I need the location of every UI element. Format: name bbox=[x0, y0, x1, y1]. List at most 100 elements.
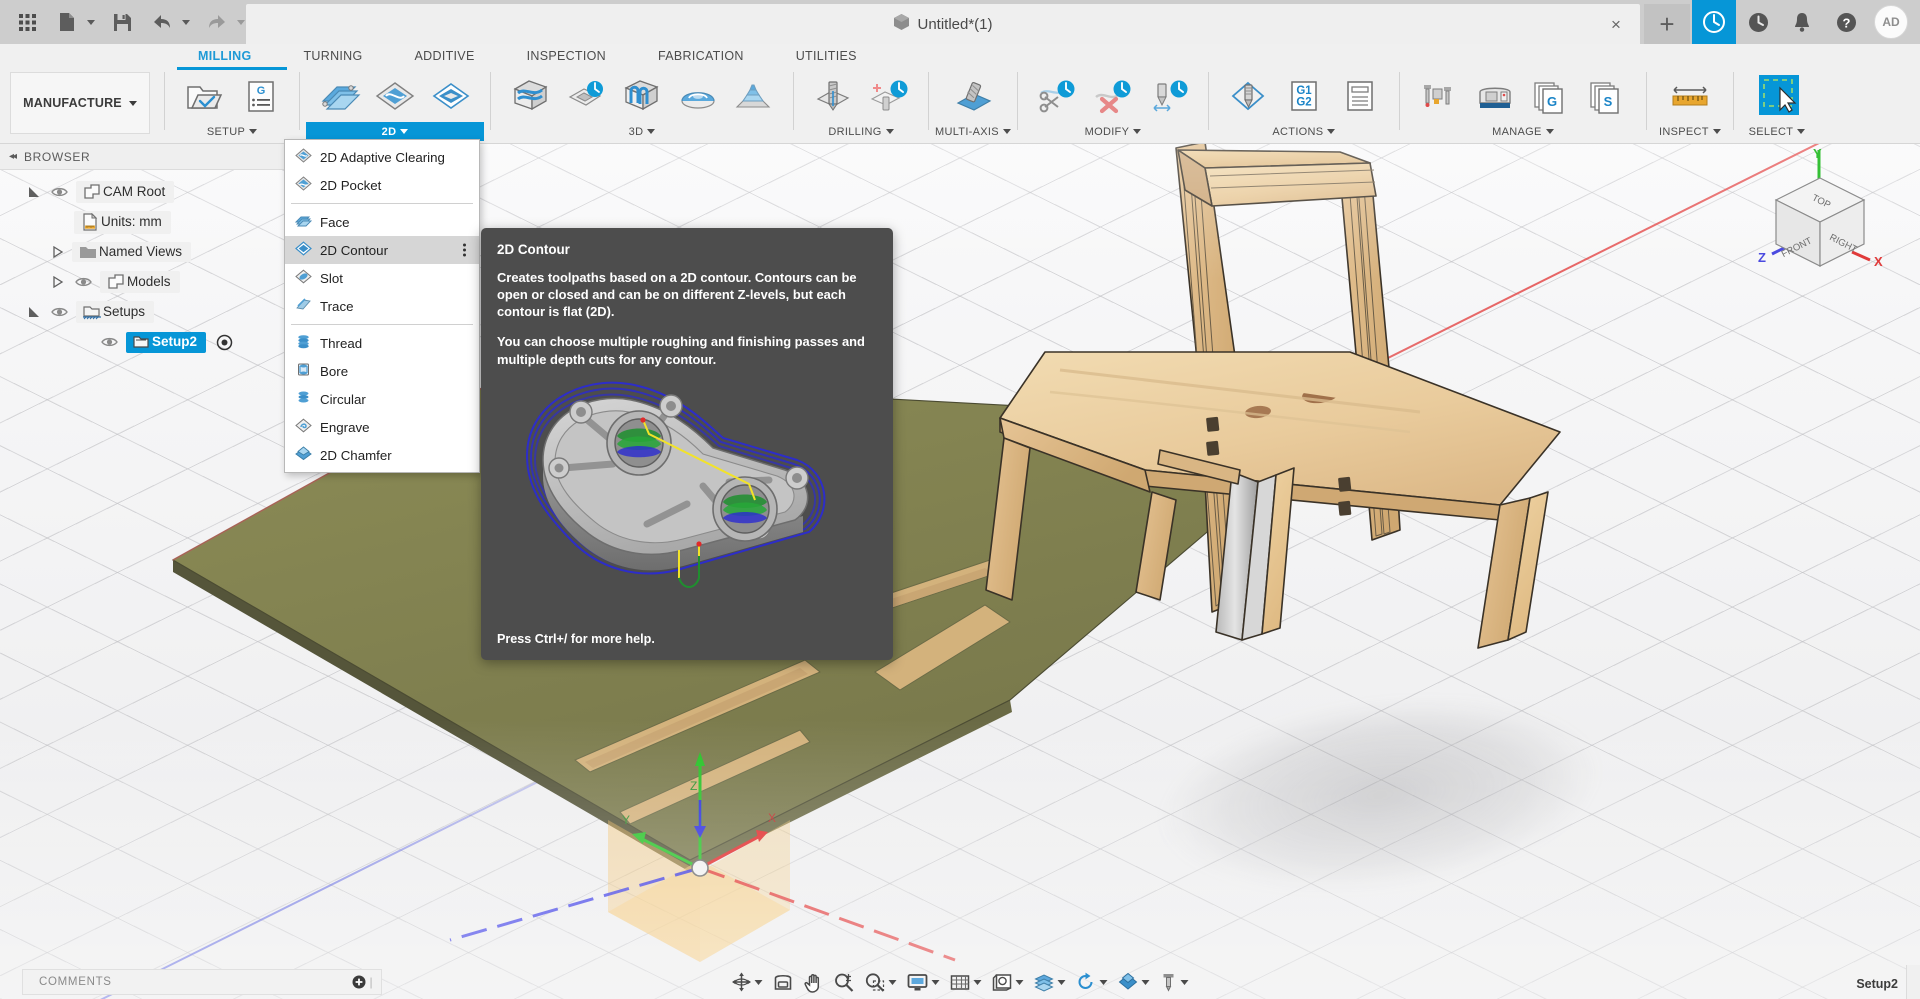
ribbon-group-label-drilling[interactable]: DRILLING bbox=[800, 122, 922, 141]
browser-header[interactable]: ◂◂ BROWSER bbox=[0, 144, 320, 170]
trim-toolpath-icon[interactable] bbox=[1030, 70, 1084, 122]
chevron-down-icon[interactable] bbox=[754, 979, 763, 985]
zoom-icon[interactable] bbox=[829, 968, 860, 996]
tree-item-setups[interactable]: Setups bbox=[0, 297, 320, 327]
toolpath-dropdown-menu[interactable]: 2D Adaptive Clearing 2D Pocket Face 2D C… bbox=[284, 139, 480, 473]
visibility-eye-icon[interactable] bbox=[48, 306, 70, 318]
chevron-down-icon[interactable] bbox=[1180, 979, 1189, 985]
visual-style-icon[interactable] bbox=[1029, 968, 1071, 996]
menu-item-thread[interactable]: Thread bbox=[285, 329, 479, 357]
ribbon-group-label-manage[interactable]: MANAGE bbox=[1406, 122, 1640, 141]
notifications-bell-icon[interactable] bbox=[1780, 0, 1824, 44]
new-hole-recognition-icon[interactable] bbox=[862, 70, 916, 122]
help-icon[interactable]: ? bbox=[1824, 0, 1868, 44]
tab-turning[interactable]: TURNING bbox=[277, 44, 388, 68]
tool-library-icon[interactable] bbox=[1412, 70, 1466, 122]
viewcube[interactable]: Y Z X TOP FRONT RIGHT bbox=[1744, 142, 1894, 282]
tree-item-setup2[interactable]: Setup2 bbox=[0, 327, 320, 357]
grid-snaps-icon[interactable] bbox=[945, 968, 987, 996]
undo-icon[interactable] bbox=[143, 5, 181, 39]
fusion-status-icon[interactable] bbox=[1692, 0, 1736, 44]
align-tool-icon[interactable] bbox=[1142, 70, 1196, 122]
ribbon-group-label-inspect[interactable]: INSPECT bbox=[1653, 122, 1727, 141]
pan-hand-icon[interactable] bbox=[799, 968, 829, 996]
parallel-3d-icon[interactable] bbox=[615, 70, 669, 122]
tree-item-units[interactable]: Units: mm bbox=[0, 207, 320, 237]
redo-icon[interactable] bbox=[198, 5, 236, 39]
tree-item-cam-root[interactable]: CAM Root bbox=[0, 177, 320, 207]
post-process-icon[interactable]: G1 G2 bbox=[1277, 70, 1331, 122]
menu-item-slot[interactable]: Slot bbox=[285, 264, 479, 292]
setup-sheet-icon[interactable] bbox=[1333, 70, 1387, 122]
face-toolpath-icon[interactable] bbox=[312, 70, 366, 122]
menu-item-face[interactable]: Face bbox=[285, 208, 479, 236]
drill-icon[interactable] bbox=[806, 70, 860, 122]
adaptive-clearing-icon[interactable] bbox=[368, 70, 422, 122]
scallop-3d-icon[interactable] bbox=[671, 70, 725, 122]
tab-additive[interactable]: ADDITIVE bbox=[389, 44, 501, 68]
contour-toolpath-icon[interactable] bbox=[424, 70, 478, 122]
visibility-eye-icon[interactable] bbox=[48, 186, 70, 198]
display-settings-icon[interactable] bbox=[902, 968, 945, 996]
new-tab-icon[interactable]: + bbox=[1644, 4, 1690, 44]
job-history-icon[interactable] bbox=[1736, 0, 1780, 44]
new-file-icon[interactable] bbox=[48, 5, 86, 39]
close-document-icon[interactable]: × bbox=[1606, 14, 1626, 34]
select-cursor-icon[interactable] bbox=[1746, 70, 1808, 122]
activate-setup-icon[interactable] bbox=[212, 334, 236, 351]
chevron-down-icon[interactable] bbox=[1057, 979, 1066, 985]
tab-milling[interactable]: MILLING bbox=[172, 44, 277, 68]
menu-item-bore[interactable]: Bore bbox=[285, 357, 479, 385]
refresh-icon[interactable] bbox=[1071, 968, 1113, 996]
chevron-down-icon[interactable] bbox=[1099, 979, 1108, 985]
gcode-setup-icon[interactable]: G bbox=[233, 70, 287, 122]
measure-icon[interactable] bbox=[1659, 70, 1721, 122]
chevron-down-icon[interactable] bbox=[1015, 979, 1024, 985]
workspace-selector[interactable]: MANUFACTURE bbox=[10, 72, 150, 134]
menu-item-2d-adaptive-clearing[interactable]: 2D Adaptive Clearing bbox=[285, 143, 479, 171]
chevron-down-icon[interactable] bbox=[973, 979, 982, 985]
visibility-eye-icon[interactable] bbox=[72, 276, 94, 288]
menu-item-2d-pocket[interactable]: 2D Pocket bbox=[285, 171, 479, 199]
ribbon-group-label-select[interactable]: SELECT bbox=[1740, 122, 1814, 141]
tab-fabrication[interactable]: FABRICATION bbox=[632, 44, 770, 68]
tree-item-models[interactable]: Models bbox=[0, 267, 320, 297]
delete-toolpath-icon[interactable] bbox=[1086, 70, 1140, 122]
chevron-down-icon[interactable] bbox=[931, 979, 940, 985]
template-library-icon[interactable]: S bbox=[1580, 70, 1634, 122]
menu-item-overflow-icon[interactable] bbox=[463, 243, 466, 257]
add-comment-icon[interactable] bbox=[351, 974, 367, 990]
avatar[interactable]: AD bbox=[1874, 5, 1908, 39]
menu-item-2d-chamfer[interactable]: 2D Chamfer bbox=[285, 441, 479, 469]
collapse-panel-icon[interactable]: ◂◂ bbox=[9, 151, 17, 162]
orbit-icon[interactable] bbox=[727, 968, 768, 996]
apps-grid-icon[interactable] bbox=[8, 5, 46, 39]
document-tab[interactable]: Untitled*(1) × bbox=[246, 4, 1640, 44]
visibility-eye-icon[interactable] bbox=[98, 336, 120, 348]
redo-caret-icon[interactable] bbox=[237, 19, 245, 25]
pocket-clearing-icon[interactable] bbox=[559, 70, 613, 122]
look-at-icon[interactable] bbox=[768, 968, 799, 996]
tool-display-icon[interactable] bbox=[1155, 968, 1194, 996]
menu-item-2d-contour[interactable]: 2D Contour bbox=[285, 236, 479, 264]
multi-axis-contour-icon[interactable] bbox=[942, 70, 1004, 122]
menu-item-engrave[interactable]: Engrave bbox=[285, 413, 479, 441]
new-file-caret-icon[interactable] bbox=[87, 19, 95, 25]
ribbon-group-label-3d[interactable]: 3D bbox=[497, 122, 787, 141]
save-icon[interactable] bbox=[103, 5, 141, 39]
machine-library-icon[interactable] bbox=[1468, 70, 1522, 122]
menu-item-circular[interactable]: Circular bbox=[285, 385, 479, 413]
expander-collapsed-icon[interactable] bbox=[50, 274, 66, 290]
chevron-down-icon[interactable] bbox=[888, 979, 897, 985]
menu-item-trace[interactable]: Trace bbox=[285, 292, 479, 320]
simulate-icon[interactable] bbox=[1221, 70, 1275, 122]
tab-utilities[interactable]: UTILITIES bbox=[770, 44, 883, 68]
zoom-window-icon[interactable] bbox=[860, 968, 902, 996]
undo-caret-icon[interactable] bbox=[182, 19, 190, 25]
viewports-icon[interactable] bbox=[987, 968, 1029, 996]
scrollbar-corner[interactable] bbox=[1906, 965, 1920, 999]
comments-panel[interactable]: COMMENTS | bbox=[22, 969, 382, 995]
tree-item-named-views[interactable]: Named Views bbox=[0, 237, 320, 267]
ribbon-group-label-modify[interactable]: MODIFY bbox=[1024, 122, 1202, 141]
ribbon-group-label-multiaxis[interactable]: MULTI-AXIS bbox=[935, 122, 1011, 141]
